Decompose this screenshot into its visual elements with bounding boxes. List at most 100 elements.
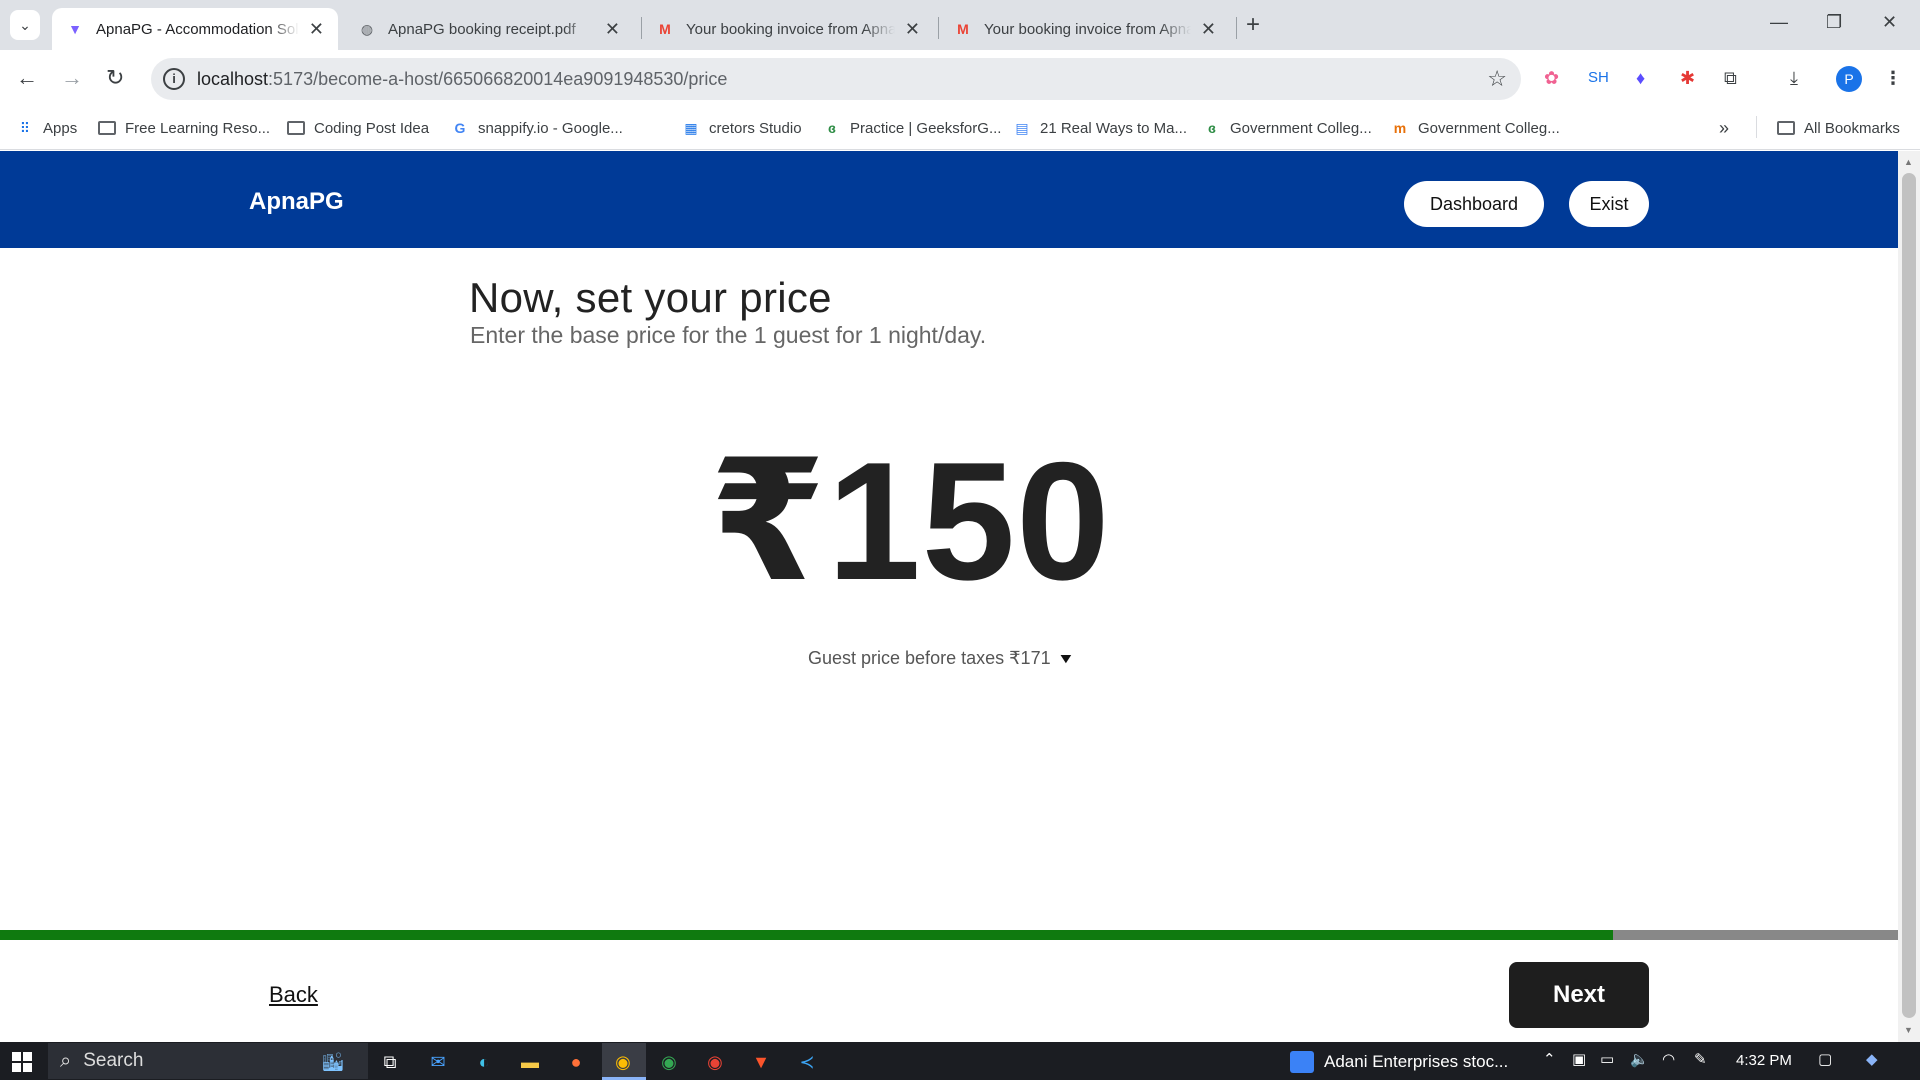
tray-chevron-up-icon[interactable]: ⌃ (1543, 1050, 1556, 1068)
bookmark-label: 21 Real Ways to Ma... (1040, 119, 1187, 137)
page-scrollbar[interactable]: ▲ ▼ (1898, 151, 1920, 1042)
stock-chart-icon (1290, 1051, 1314, 1073)
bookmark-label: cretors Studio (709, 119, 802, 137)
bookmark-label: snappify.io - Google... (478, 119, 623, 137)
all-bookmarks[interactable]: All Bookmarks (1777, 116, 1900, 140)
extension-flame-icon[interactable]: ♦ (1636, 66, 1645, 90)
search-highlight-icon[interactable]: 🏙 (305, 1048, 361, 1076)
scroll-thumb[interactable] (1902, 173, 1916, 1018)
tab-invoice-1[interactable]: M Your booking invoice from ApnaPG ✕ (642, 8, 934, 50)
extension-lotus-icon[interactable]: ✿ (1544, 66, 1559, 90)
reload-icon[interactable]: ↻ (106, 64, 124, 92)
progress-bar (0, 930, 1898, 940)
close-icon[interactable]: ✕ (905, 19, 920, 40)
tab-invoice-2[interactable]: M Your booking invoice from ApnaPG ✕ (940, 8, 1230, 50)
chrome-profile-3-icon[interactable]: ◉ (701, 1048, 729, 1076)
wifi-icon[interactable]: ◠ (1662, 1050, 1675, 1068)
brand-logo[interactable]: ApnaPG (249, 188, 344, 216)
bookmark-free-learning[interactable]: Free Learning Reso... (98, 116, 270, 140)
file-explorer-icon[interactable]: ▬ (516, 1048, 544, 1076)
taskbar-news-widget[interactable]: Adani Enterprises stoc... (1290, 1050, 1508, 1074)
tab-title: Your booking invoice from ApnaPG (984, 20, 1191, 38)
forward-arrow-icon[interactable]: → (61, 64, 83, 92)
google-icon: G (454, 120, 466, 136)
minimize-icon[interactable]: — (1770, 12, 1788, 33)
gmail-icon: M (957, 21, 969, 37)
exit-button[interactable]: Exist (1569, 181, 1649, 227)
bookmark-label: Government Colleg... (1230, 119, 1372, 137)
meet-now-icon[interactable]: ▣ (1572, 1050, 1586, 1068)
dashboard-button[interactable]: Dashboard (1404, 181, 1544, 227)
windows-start-icon[interactable] (12, 1052, 32, 1072)
tab-search-button[interactable]: ⌄ (10, 10, 40, 40)
extension-sh-icon[interactable]: SH (1588, 66, 1609, 90)
next-button[interactable]: Next (1509, 962, 1649, 1028)
url-text[interactable]: localhost:5173/become-a-host/66506682001… (197, 69, 727, 90)
download-icon[interactable]: ⤓ (1790, 66, 1798, 90)
battery-icon[interactable]: ▭ (1600, 1050, 1614, 1068)
bookmark-label: Apps (43, 119, 78, 137)
folder-icon (287, 119, 305, 137)
pen-icon[interactable]: ✎ (1694, 1050, 1707, 1068)
site-info-icon[interactable]: i (163, 68, 185, 90)
scroll-down-arrow-icon[interactable]: ▼ (1904, 1025, 1913, 1035)
url-host: localhost (197, 69, 269, 89)
bookmark-snappify[interactable]: G snappify.io - Google... (451, 116, 623, 140)
vscode-icon[interactable]: ≺ (793, 1048, 821, 1076)
bookmark-21-real-ways[interactable]: ▤ 21 Real Ways to Ma... (1013, 116, 1187, 140)
taskbar-search-placeholder: Search (83, 1050, 144, 1071)
studio-icon: ▦ (684, 119, 698, 136)
tab-separator (1236, 17, 1237, 39)
bookmark-star-icon[interactable]: ☆ (1487, 66, 1507, 92)
news-text: Adani Enterprises stoc... (1324, 1052, 1509, 1071)
apnapg-favicon: ▼ (68, 21, 82, 37)
bookmark-cretors-studio[interactable]: ▦ cretors Studio (682, 116, 802, 140)
scroll-up-arrow-icon[interactable]: ▲ (1904, 157, 1913, 167)
notifications-icon[interactable]: ▢ (1818, 1050, 1832, 1068)
close-icon[interactable]: ✕ (605, 19, 620, 40)
brave-icon[interactable]: ▼ (747, 1048, 775, 1076)
browser-menu-icon[interactable]: ⋮ (1884, 66, 1902, 90)
bookmark-coding-post[interactable]: Coding Post Idea (287, 116, 429, 140)
back-button[interactable]: Back (269, 982, 318, 1008)
search-icon: ⌕ (60, 1049, 72, 1072)
bookmarks-divider (1756, 116, 1757, 138)
bookmark-label: Coding Post Idea (314, 119, 430, 137)
more-bookmarks-chevron-icon[interactable]: » (1719, 116, 1729, 140)
window-close-icon[interactable]: ✕ (1882, 12, 1897, 33)
extensions-puzzle-icon[interactable]: ⧉ (1724, 66, 1737, 90)
restore-icon[interactable]: ❐ (1826, 12, 1842, 33)
profile-avatar[interactable]: P (1836, 66, 1862, 92)
guest-price-toggle[interactable]: Guest price before taxes ₹171 ▼ (808, 645, 1075, 671)
tab-apnapg[interactable]: ▼ ApnaPG - Accommodation Solution ✕ (52, 8, 338, 50)
volume-icon[interactable]: 🔈 (1630, 1050, 1649, 1068)
docs-icon: ▤ (1015, 119, 1029, 136)
back-arrow-icon[interactable]: ← (16, 64, 38, 92)
bookmark-label: Government Colleg... (1418, 119, 1560, 137)
task-view-icon[interactable]: ⧉ (376, 1048, 404, 1076)
bookmark-apps[interactable]: ⠿ Apps (16, 116, 77, 140)
price-input[interactable]: ₹150 (700, 436, 1120, 606)
mail-icon[interactable]: ✉ (424, 1048, 452, 1076)
taskbar-clock[interactable]: 4:32 PM (1736, 1052, 1792, 1069)
address-bar[interactable]: i localhost:5173/become-a-host/665066820… (151, 58, 1521, 100)
firefox-icon[interactable]: ● (562, 1048, 590, 1076)
globe-icon: ◍ (360, 20, 374, 37)
apps-grid-icon: ⠿ (19, 119, 31, 136)
close-icon[interactable]: ✕ (309, 19, 324, 40)
bookmark-geeksforgeeks[interactable]: ɞ Practice | GeeksforG... (823, 116, 1001, 140)
chrome-icon[interactable]: ◉ (609, 1048, 637, 1076)
copilot-icon[interactable]: ◆ (1866, 1050, 1878, 1068)
bookmark-label: Practice | GeeksforG... (850, 119, 1002, 137)
new-tab-plus-icon[interactable]: + (1246, 12, 1260, 38)
tab-receipt-pdf[interactable]: ◍ ApnaPG booking receipt.pdf ✕ (344, 8, 634, 50)
edge-icon[interactable]: ◐ (470, 1048, 498, 1076)
gfg-icon: ɞ (1208, 120, 1216, 136)
bookmark-label: Free Learning Reso... (125, 119, 271, 137)
bookmark-government-college-2[interactable]: m Government Colleg... (1391, 116, 1560, 140)
close-icon[interactable]: ✕ (1201, 19, 1216, 40)
chrome-profile-2-icon[interactable]: ◉ (655, 1048, 683, 1076)
guest-price-text: Guest price before taxes ₹171 (808, 647, 1051, 668)
bookmark-government-college-1[interactable]: ɞ Government Colleg... (1203, 116, 1372, 140)
extension-color-icon[interactable]: ✱ (1680, 66, 1695, 90)
